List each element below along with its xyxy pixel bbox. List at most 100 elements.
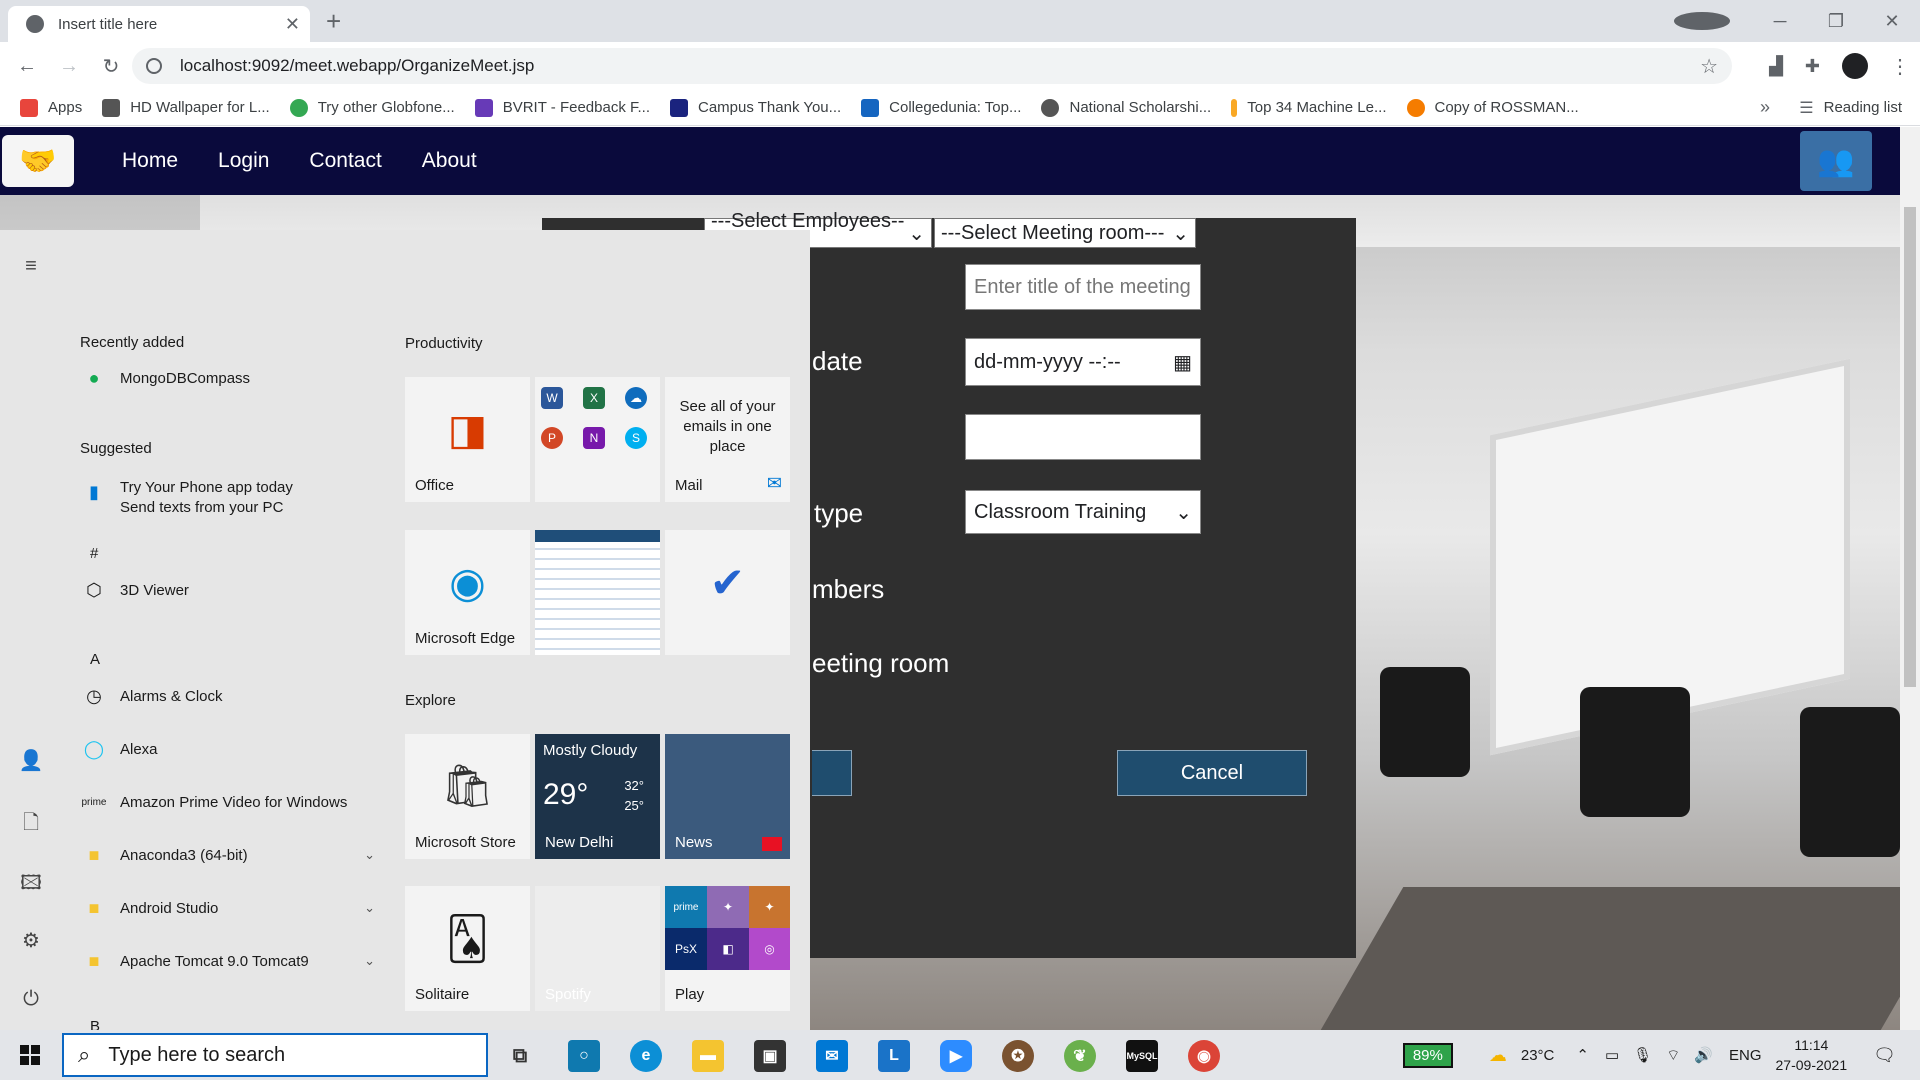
meeting-room-select[interactable]: ---Select Meeting room--- ⌄ — [934, 218, 1196, 248]
weather-condition: Mostly Cloudy — [543, 742, 638, 759]
news-tile[interactable]: News — [665, 734, 790, 859]
restore-button[interactable]: ❐ — [1808, 11, 1864, 32]
hamburger-menu-icon[interactable]: ≡ — [18, 255, 44, 281]
your-phone-suggestion[interactable]: ▮ Try Your Phone app today Send texts fr… — [80, 478, 380, 518]
nav-contact[interactable]: Contact — [309, 149, 381, 173]
submit-button[interactable] — [812, 750, 852, 796]
scrollbar-thumb[interactable] — [1904, 207, 1916, 687]
onedrive-icon: ☁ — [625, 387, 647, 409]
more-bookmarks-icon[interactable]: » — [1760, 97, 1770, 118]
wifi-icon[interactable]: ⌔ — [1666, 1046, 1680, 1065]
app-apache-tomcat[interactable]: ■ Apache Tomcat 9.0 Tomcat9 ⌄ — [80, 947, 375, 975]
forward-button[interactable]: → — [48, 55, 90, 78]
office-apps-tile[interactable]: W X ☁ P N S — [535, 377, 660, 502]
cortana-icon[interactable]: ○ — [568, 1040, 600, 1072]
bookmark-star-icon[interactable]: ☆ — [1700, 54, 1718, 79]
spotify-tile[interactable]: Spotify — [535, 886, 660, 1011]
nav-login[interactable]: Login — [218, 149, 269, 173]
bookmark-item[interactable]: National Scholarshi... — [1041, 98, 1211, 117]
play-tile[interactable]: prime ✦ ✦ PsX ◧ ◎ Play — [665, 886, 790, 1011]
edge-tile[interactable]: ◉ Microsoft Edge — [405, 530, 530, 655]
nav-home[interactable]: Home — [122, 149, 178, 173]
cast-icon[interactable]: ▟ — [1769, 56, 1783, 77]
browser-tab[interactable]: Insert title here ✕ — [8, 6, 310, 42]
app-3d-viewer[interactable]: ⬡ 3D Viewer — [80, 576, 380, 604]
close-window-button[interactable]: ✕ — [1864, 11, 1920, 32]
temperature-text[interactable]: 23°C — [1521, 1047, 1555, 1064]
new-tab-button[interactable]: + — [326, 6, 341, 37]
extensions-icon[interactable]: ✚ — [1805, 56, 1820, 77]
app-android-studio[interactable]: ■ Android Studio ⌄ — [80, 894, 375, 922]
file-explorer-icon[interactable]: ▬ — [692, 1040, 724, 1072]
meeting-date-input[interactable]: dd-mm-yyyy --:-- ▦ — [965, 338, 1201, 386]
app-anaconda[interactable]: ■ Anaconda3 (64-bit) ⌄ — [80, 841, 375, 869]
duration-input[interactable] — [965, 414, 1201, 460]
spring-icon[interactable]: ❦ — [1064, 1040, 1096, 1072]
weather-icon[interactable]: ☁ — [1489, 1045, 1507, 1066]
nav-about[interactable]: About — [422, 149, 477, 173]
meeting-type-select[interactable]: Classroom Training ⌄ — [965, 490, 1201, 534]
clock[interactable]: 11:14 27-09-2021 — [1776, 1035, 1848, 1075]
l-app-icon[interactable]: L — [878, 1040, 910, 1072]
pictures-icon[interactable]: 🖾 — [18, 868, 44, 894]
browser-tab-strip: Insert title here ✕ + ─ ❐ ✕ — [0, 0, 1920, 42]
reload-button[interactable]: ↻ — [90, 54, 132, 79]
bookmark-item[interactable]: Copy of ROSSMAN... — [1406, 98, 1579, 117]
chrome-icon[interactable]: ◉ — [1188, 1040, 1220, 1072]
mail-tile[interactable]: See all of your emails in one place Mail… — [665, 377, 790, 502]
reading-list-button[interactable]: ☰ Reading list — [1799, 98, 1902, 118]
calendar-icon[interactable]: ▦ — [1173, 350, 1192, 375]
store-tile[interactable]: 🛍 Microsoft Store — [405, 734, 530, 859]
cancel-button[interactable]: Cancel — [1117, 750, 1307, 796]
menu-icon[interactable]: ⋮ — [1890, 54, 1910, 79]
document-preview-tile[interactable] — [535, 530, 660, 655]
microphone-icon[interactable]: 🎙 — [1633, 1046, 1652, 1064]
bookmark-item[interactable]: Campus Thank You... — [670, 98, 841, 117]
profile-avatar[interactable] — [1842, 53, 1868, 79]
settings-gear-icon[interactable]: ⚙ — [18, 928, 44, 954]
mysql-icon[interactable]: MySQL — [1126, 1040, 1158, 1072]
windows-start-icon[interactable] — [0, 1030, 60, 1080]
back-button[interactable]: ← — [6, 55, 48, 78]
bookmark-apps[interactable]: Apps — [20, 98, 82, 117]
letter-heading[interactable]: # — [90, 545, 98, 562]
zoom-icon[interactable]: ▶ — [940, 1040, 972, 1072]
meeting-title-input[interactable]: Enter title of the meeting — [965, 264, 1201, 310]
chevron-up-icon[interactable]: ⌃ — [1576, 1046, 1589, 1064]
bookmark-item[interactable]: Collegedunia: Top... — [861, 98, 1021, 117]
bookmark-item[interactable]: Top 34 Machine Le... — [1231, 98, 1387, 117]
mail-icon[interactable]: ✉ — [816, 1040, 848, 1072]
task-view-icon[interactable]: ⧉ — [504, 1040, 536, 1072]
app-alexa[interactable]: ◯ Alexa — [80, 735, 380, 763]
edge-icon[interactable]: e — [630, 1040, 662, 1072]
page-scrollbar[interactable] — [1900, 127, 1920, 1030]
meet-now-icon[interactable]: ▭ — [1605, 1046, 1619, 1064]
college-app-icon[interactable]: ✪ — [1002, 1040, 1034, 1072]
user-account-icon[interactable]: 👤 — [18, 748, 44, 774]
minimize-button[interactable]: ─ — [1752, 11, 1808, 32]
weather-tile[interactable]: Mostly Cloudy 29° 32° 25° New Delhi — [535, 734, 660, 859]
handshake-logo-icon[interactable]: 🤝 — [2, 135, 74, 187]
battery-indicator[interactable]: 89% — [1402, 1042, 1453, 1068]
app-mongodbcompass[interactable]: ● MongoDBCompass — [80, 364, 380, 392]
documents-icon[interactable]: 🗋 — [18, 808, 44, 834]
store-icon[interactable]: ▣ — [754, 1040, 786, 1072]
office-tile[interactable]: ◨ Office — [405, 377, 530, 502]
site-info-icon[interactable] — [146, 58, 162, 74]
letter-heading[interactable]: A — [90, 651, 100, 668]
tab-search-icon[interactable] — [1674, 12, 1730, 30]
notifications-icon[interactable]: 🗨 — [1873, 1045, 1896, 1066]
close-tab-icon[interactable]: ✕ — [285, 14, 300, 35]
bookmark-item[interactable]: HD Wallpaper for L... — [102, 98, 270, 117]
bookmark-item[interactable]: Try other Globfone... — [289, 98, 455, 117]
volume-icon[interactable]: 🔊 — [1694, 1046, 1713, 1064]
address-bar[interactable]: localhost:9092/meet.webapp/OrganizeMeet.… — [132, 48, 1732, 84]
todo-tile[interactable]: ✔ — [665, 530, 790, 655]
solitaire-tile[interactable]: 🂡 Solitaire — [405, 886, 530, 1011]
power-icon[interactable]: ⏻ — [18, 988, 44, 1014]
language-indicator[interactable]: ENG — [1729, 1047, 1762, 1064]
app-prime-video[interactable]: prime Amazon Prime Video for Windows — [80, 788, 400, 816]
bookmark-item[interactable]: BVRIT - Feedback F... — [474, 98, 650, 117]
app-alarms-clock[interactable]: ◷ Alarms & Clock — [80, 682, 380, 710]
taskbar-search-input[interactable]: ⌕ Type here to search — [62, 1033, 488, 1077]
